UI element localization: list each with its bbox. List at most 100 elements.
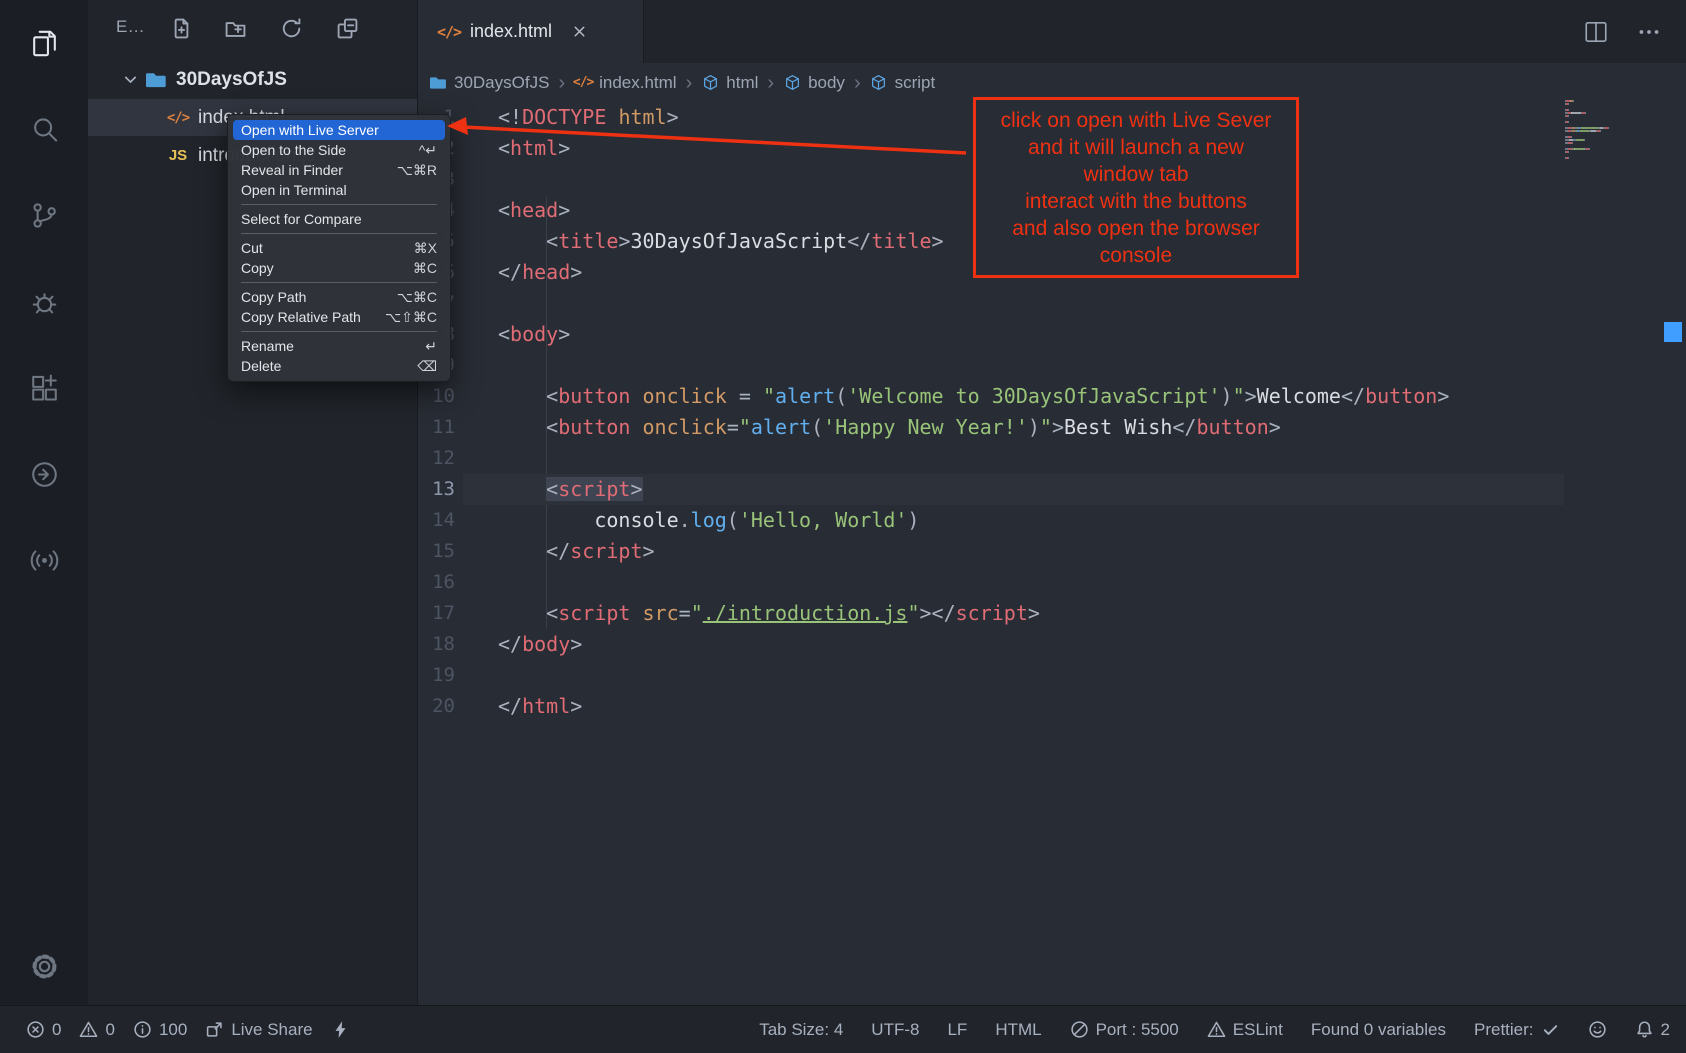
tree-item-label: 30DaysOfJS	[176, 69, 287, 91]
chevron-down-icon	[121, 71, 139, 89]
line-number: 16	[418, 567, 455, 598]
line-number: 13	[418, 474, 455, 505]
broadcast-icon[interactable]	[0, 530, 88, 590]
bell-icon	[1635, 1020, 1654, 1039]
code-line-14[interactable]: 14 console.log('Hello, World')	[418, 505, 1686, 536]
new-folder-icon[interactable]	[222, 15, 248, 41]
tab-bar: </> index.html	[418, 0, 1686, 63]
settings-gear-icon[interactable]	[0, 936, 88, 996]
status-warnings[interactable]: 0	[79, 1020, 114, 1040]
split-editor-icon[interactable]	[1582, 18, 1609, 45]
code-line-8[interactable]: 8<body>	[418, 319, 1686, 350]
code-line-13[interactable]: 13 <script>	[418, 474, 1686, 505]
breadcrumb-separator-icon: ›	[854, 73, 861, 93]
warning-icon	[79, 1020, 98, 1039]
warning-icon	[1207, 1020, 1226, 1039]
collapse-all-icon[interactable]	[334, 15, 360, 41]
line-number: 12	[418, 443, 455, 474]
breadcrumb-item-index-html[interactable]: </>index.html	[574, 73, 676, 93]
code-line-7[interactable]: 7	[418, 288, 1686, 319]
status-bar-left: 00 100 Live Share	[0, 1020, 350, 1040]
menu-item-open-to-the-side[interactable]: Open to the Side^↵	[233, 140, 445, 160]
code-line-11[interactable]: 11 <button onclick="alert('Happy New Yea…	[418, 412, 1686, 443]
new-file-icon[interactable]	[168, 15, 194, 41]
code-line-15[interactable]: 15 </script>	[418, 536, 1686, 567]
status-feedback[interactable]	[1588, 1020, 1607, 1039]
code-text: <button onclick="alert('Happy New Year!'…	[498, 412, 1281, 443]
live-share-icon[interactable]	[0, 444, 88, 504]
editor-actions	[1582, 0, 1686, 63]
menu-item-delete[interactable]: Delete⌫	[233, 356, 445, 376]
refresh-icon[interactable]	[278, 15, 304, 41]
tab-index-html[interactable]: </> index.html	[418, 0, 644, 63]
symbol-cube-icon	[701, 74, 719, 92]
menu-item-open-in-terminal[interactable]: Open in Terminal	[233, 180, 445, 200]
error-icon	[26, 1020, 45, 1039]
lightning-icon	[331, 1020, 350, 1039]
close-tab-icon[interactable]	[568, 21, 590, 43]
code-line-9[interactable]: 9	[418, 350, 1686, 381]
menu-item-cut[interactable]: Cut⌘X	[233, 238, 445, 258]
status-live-share[interactable]: Live Share	[205, 1020, 312, 1040]
minimap[interactable]	[1565, 100, 1665, 160]
source-control-icon[interactable]	[0, 185, 88, 245]
status-errors[interactable]: 0	[26, 1020, 61, 1040]
code-line-19[interactable]: 19	[418, 660, 1686, 691]
code-text: <html>	[498, 133, 570, 164]
status-lightning[interactable]	[331, 1020, 350, 1039]
status-tab-size[interactable]: Tab Size: 4	[759, 1020, 843, 1040]
menu-item-copy-path[interactable]: Copy Path⌥⌘C	[233, 287, 445, 307]
status-info[interactable]: 100	[133, 1020, 187, 1040]
menu-item-rename[interactable]: Rename↵	[233, 336, 445, 356]
status-prettier[interactable]: Prettier:	[1474, 1020, 1560, 1040]
annotation-text-line: window tab	[976, 161, 1296, 188]
breadcrumb-separator-icon: ›	[686, 73, 693, 93]
smiley-icon	[1588, 1020, 1607, 1039]
status-encoding[interactable]: UTF-8	[871, 1020, 919, 1040]
extensions-icon[interactable]	[0, 358, 88, 418]
code-text: </html>	[498, 691, 582, 722]
code-text: <title>30DaysOfJavaScript</title>	[498, 226, 944, 257]
status-port[interactable]: Port : 5500	[1070, 1020, 1179, 1040]
menu-separator	[241, 331, 437, 332]
menu-item-copy[interactable]: Copy⌘C	[233, 258, 445, 278]
menu-item-reveal-in-finder[interactable]: Reveal in Finder⌥⌘R	[233, 160, 445, 180]
breadcrumb-item-html[interactable]: html	[701, 73, 758, 93]
menu-separator	[241, 282, 437, 283]
status-eslint[interactable]: ESLint	[1207, 1020, 1283, 1040]
status-bar: 00 100 Live Share Tab Size: 4 UTF-8 LF HTML Po…	[0, 1005, 1686, 1053]
code-text: <script src="./introduction.js"></script…	[498, 598, 1040, 629]
more-actions-icon[interactable]	[1635, 18, 1662, 45]
line-number: 18	[418, 629, 455, 660]
folder-icon	[429, 74, 447, 92]
code-line-17[interactable]: 17 <script src="./introduction.js"></scr…	[418, 598, 1686, 629]
code-text: <!DOCTYPE html>	[498, 102, 679, 133]
menu-item-select-for-compare[interactable]: Select for Compare	[233, 209, 445, 229]
status-eol[interactable]: LF	[947, 1020, 967, 1040]
status-bar-right: Tab Size: 4 UTF-8 LF HTML Port : 5500 ESLint F…	[759, 1020, 1686, 1040]
tree-item-root-folder[interactable]: 30DaysOfJS	[88, 61, 417, 98]
symbol-cube-icon	[870, 74, 888, 92]
breadcrumb-item-script[interactable]: script	[870, 73, 936, 93]
menu-item-open-with-live-server[interactable]: Open with Live Server	[233, 120, 445, 140]
status-language[interactable]: HTML	[995, 1020, 1041, 1040]
share-icon	[205, 1020, 224, 1039]
status-notifications[interactable]: 2	[1635, 1020, 1670, 1040]
explorer-icon[interactable]	[0, 13, 88, 73]
menu-item-copy-relative-path[interactable]: Copy Relative Path⌥⇧⌘C	[233, 307, 445, 327]
code-line-10[interactable]: 10 <button onclick = "alert('Welcome to …	[418, 381, 1686, 412]
breadcrumb-item-30daysofjs[interactable]: 30DaysOfJS	[429, 73, 549, 93]
status-variables[interactable]: Found 0 variables	[1311, 1020, 1446, 1040]
tab-label: index.html	[470, 21, 552, 42]
code-line-12[interactable]: 12	[418, 443, 1686, 474]
breadcrumb-separator-icon: ›	[558, 73, 565, 93]
breadcrumb-item-body[interactable]: body	[783, 73, 845, 93]
line-number: 17	[418, 598, 455, 629]
code-line-18[interactable]: 18</body>	[418, 629, 1686, 660]
code-line-16[interactable]: 16	[418, 567, 1686, 598]
code-line-20[interactable]: 20</html>	[418, 691, 1686, 722]
breadcrumb-separator-icon: ›	[767, 73, 774, 93]
debug-icon[interactable]	[0, 272, 88, 332]
line-number: 15	[418, 536, 455, 567]
search-icon[interactable]	[0, 99, 88, 159]
